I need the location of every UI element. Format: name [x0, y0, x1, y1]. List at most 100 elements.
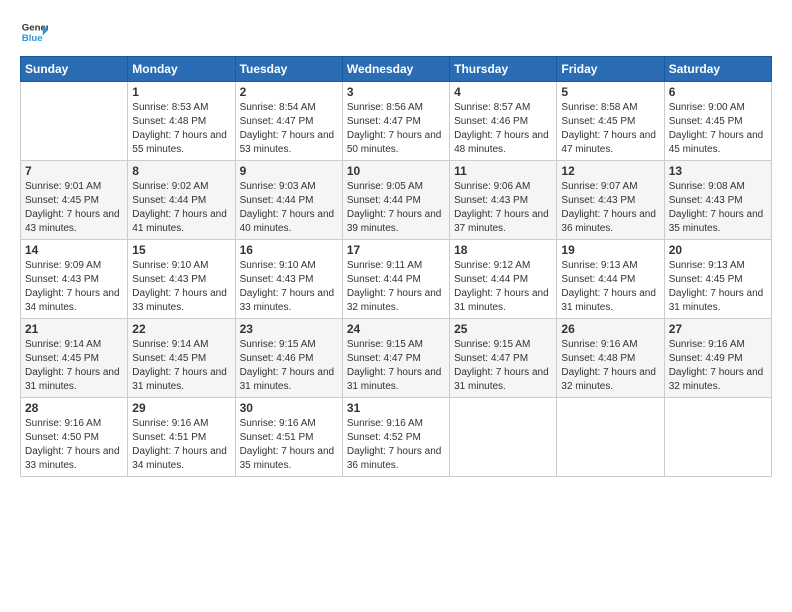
- day-number: 13: [669, 164, 767, 178]
- day-cell: [450, 398, 557, 477]
- day-number: 10: [347, 164, 445, 178]
- day-info: Sunrise: 9:16 AMSunset: 4:48 PMDaylight:…: [561, 338, 659, 394]
- day-info: Sunrise: 9:16 AMSunset: 4:51 PMDaylight:…: [240, 417, 338, 473]
- day-cell: 29 Sunrise: 9:16 AMSunset: 4:51 PMDayligh…: [128, 398, 235, 477]
- day-cell: 18 Sunrise: 9:12 AMSunset: 4:44 PMDayligh…: [450, 240, 557, 319]
- day-cell: 16 Sunrise: 9:10 AMSunset: 4:43 PMDayligh…: [235, 240, 342, 319]
- day-info: Sunrise: 9:10 AMSunset: 4:43 PMDaylight:…: [132, 259, 230, 315]
- day-info: Sunrise: 9:09 AMSunset: 4:43 PMDaylight:…: [25, 259, 123, 315]
- day-number: 22: [132, 322, 230, 336]
- day-cell: 12 Sunrise: 9:07 AMSunset: 4:43 PMDayligh…: [557, 161, 664, 240]
- week-row-1: 1 Sunrise: 8:53 AMSunset: 4:48 PMDaylight…: [21, 82, 772, 161]
- weekday-tuesday: Tuesday: [235, 57, 342, 82]
- day-cell: 5Sunrise: 8:58 AMSunset: 4:45 PMDaylight…: [557, 82, 664, 161]
- day-number: 21: [25, 322, 123, 336]
- day-number: 9: [240, 164, 338, 178]
- week-row-3: 14Sunrise: 9:09 AMSunset: 4:43 PMDayligh…: [21, 240, 772, 319]
- day-info: Sunrise: 8:54 AMSunset: 4:47 PMDaylight:…: [240, 101, 338, 157]
- day-number: 6: [669, 85, 767, 99]
- day-info: Sunrise: 8:56 AMSunset: 4:47 PMDaylight:…: [347, 101, 445, 157]
- day-info: Sunrise: 9:16 AMSunset: 4:52 PMDaylight:…: [347, 417, 445, 473]
- day-number: 4: [454, 85, 552, 99]
- day-info: Sunrise: 9:16 AMSunset: 4:51 PMDaylight:…: [132, 417, 230, 473]
- day-number: 30: [240, 401, 338, 415]
- day-cell: 1 Sunrise: 8:53 AMSunset: 4:48 PMDaylight…: [128, 82, 235, 161]
- day-info: Sunrise: 8:53 AMSunset: 4:48 PMDaylight:…: [132, 101, 230, 157]
- weekday-thursday: Thursday: [450, 57, 557, 82]
- day-number: 28: [25, 401, 123, 415]
- day-info: Sunrise: 9:11 AMSunset: 4:44 PMDaylight:…: [347, 259, 445, 315]
- day-cell: 27 Sunrise: 9:16 AMSunset: 4:49 PMDayligh…: [664, 319, 771, 398]
- day-cell: [664, 398, 771, 477]
- svg-text:Blue: Blue: [22, 33, 43, 44]
- day-info: Sunrise: 9:00 AMSunset: 4:45 PMDaylight:…: [669, 101, 767, 157]
- day-number: 1: [132, 85, 230, 99]
- day-cell: 9 Sunrise: 9:03 AMSunset: 4:44 PMDaylight…: [235, 161, 342, 240]
- day-info: Sunrise: 9:15 AMSunset: 4:46 PMDaylight:…: [240, 338, 338, 394]
- weekday-monday: Monday: [128, 57, 235, 82]
- day-cell: 14Sunrise: 9:09 AMSunset: 4:43 PMDayligh…: [21, 240, 128, 319]
- day-cell: 3 Sunrise: 8:56 AMSunset: 4:47 PMDaylight…: [342, 82, 449, 161]
- day-number: 15: [132, 243, 230, 257]
- day-cell: 26 Sunrise: 9:16 AMSunset: 4:48 PMDayligh…: [557, 319, 664, 398]
- day-cell: 15 Sunrise: 9:10 AMSunset: 4:43 PMDayligh…: [128, 240, 235, 319]
- calendar-page: General Blue SundayMondayTuesdayWednesda…: [0, 0, 792, 612]
- day-cell: 30 Sunrise: 9:16 AMSunset: 4:51 PMDayligh…: [235, 398, 342, 477]
- day-info: Sunrise: 9:07 AMSunset: 4:43 PMDaylight:…: [561, 180, 659, 236]
- day-number: 8: [132, 164, 230, 178]
- day-info: Sunrise: 9:12 AMSunset: 4:44 PMDaylight:…: [454, 259, 552, 315]
- day-info: Sunrise: 8:58 AMSunset: 4:45 PMDaylight:…: [561, 101, 659, 157]
- day-cell: 25 Sunrise: 9:15 AMSunset: 4:47 PMDayligh…: [450, 319, 557, 398]
- day-number: 17: [347, 243, 445, 257]
- day-cell: 20Sunrise: 9:13 AMSunset: 4:45 PMDayligh…: [664, 240, 771, 319]
- week-row-4: 21 Sunrise: 9:14 AMSunset: 4:45 PMDayligh…: [21, 319, 772, 398]
- day-cell: 10Sunrise: 9:05 AMSunset: 4:44 PMDayligh…: [342, 161, 449, 240]
- day-cell: 23 Sunrise: 9:15 AMSunset: 4:46 PMDayligh…: [235, 319, 342, 398]
- day-cell: 24Sunrise: 9:15 AMSunset: 4:47 PMDayligh…: [342, 319, 449, 398]
- day-cell: 4 Sunrise: 8:57 AMSunset: 4:46 PMDaylight…: [450, 82, 557, 161]
- day-info: Sunrise: 9:16 AMSunset: 4:49 PMDaylight:…: [669, 338, 767, 394]
- day-info: Sunrise: 9:15 AMSunset: 4:47 PMDaylight:…: [347, 338, 445, 394]
- day-info: Sunrise: 9:03 AMSunset: 4:44 PMDaylight:…: [240, 180, 338, 236]
- day-cell: [21, 82, 128, 161]
- logo: General Blue: [20, 18, 48, 46]
- weekday-sunday: Sunday: [21, 57, 128, 82]
- weekday-wednesday: Wednesday: [342, 57, 449, 82]
- day-info: Sunrise: 9:02 AMSunset: 4:44 PMDaylight:…: [132, 180, 230, 236]
- day-info: Sunrise: 9:08 AMSunset: 4:43 PMDaylight:…: [669, 180, 767, 236]
- weekday-header-row: SundayMondayTuesdayWednesdayThursdayFrid…: [21, 57, 772, 82]
- day-cell: 11Sunrise: 9:06 AMSunset: 4:43 PMDayligh…: [450, 161, 557, 240]
- day-number: 12: [561, 164, 659, 178]
- logo-icon: General Blue: [20, 18, 48, 46]
- day-cell: 28Sunrise: 9:16 AMSunset: 4:50 PMDayligh…: [21, 398, 128, 477]
- day-info: Sunrise: 8:57 AMSunset: 4:46 PMDaylight:…: [454, 101, 552, 157]
- day-cell: 6 Sunrise: 9:00 AMSunset: 4:45 PMDaylight…: [664, 82, 771, 161]
- day-info: Sunrise: 9:10 AMSunset: 4:43 PMDaylight:…: [240, 259, 338, 315]
- day-cell: 8 Sunrise: 9:02 AMSunset: 4:44 PMDaylight…: [128, 161, 235, 240]
- day-number: 25: [454, 322, 552, 336]
- day-number: 18: [454, 243, 552, 257]
- day-number: 7: [25, 164, 123, 178]
- day-cell: 31 Sunrise: 9:16 AMSunset: 4:52 PMDayligh…: [342, 398, 449, 477]
- day-number: 16: [240, 243, 338, 257]
- day-number: 19: [561, 243, 659, 257]
- day-number: 29: [132, 401, 230, 415]
- day-number: 27: [669, 322, 767, 336]
- weekday-friday: Friday: [557, 57, 664, 82]
- day-number: 23: [240, 322, 338, 336]
- day-info: Sunrise: 9:14 AMSunset: 4:45 PMDaylight:…: [132, 338, 230, 394]
- day-number: 26: [561, 322, 659, 336]
- day-number: 2: [240, 85, 338, 99]
- day-info: Sunrise: 9:14 AMSunset: 4:45 PMDaylight:…: [25, 338, 123, 394]
- day-cell: 19Sunrise: 9:13 AMSunset: 4:44 PMDayligh…: [557, 240, 664, 319]
- day-info: Sunrise: 9:15 AMSunset: 4:47 PMDaylight:…: [454, 338, 552, 394]
- day-cell: 2 Sunrise: 8:54 AMSunset: 4:47 PMDaylight…: [235, 82, 342, 161]
- day-number: 31: [347, 401, 445, 415]
- day-cell: 22 Sunrise: 9:14 AMSunset: 4:45 PMDayligh…: [128, 319, 235, 398]
- day-number: 20: [669, 243, 767, 257]
- week-row-5: 28Sunrise: 9:16 AMSunset: 4:50 PMDayligh…: [21, 398, 772, 477]
- day-number: 3: [347, 85, 445, 99]
- day-cell: 17 Sunrise: 9:11 AMSunset: 4:44 PMDayligh…: [342, 240, 449, 319]
- week-row-2: 7Sunrise: 9:01 AMSunset: 4:45 PMDaylight…: [21, 161, 772, 240]
- day-cell: 13 Sunrise: 9:08 AMSunset: 4:43 PMDayligh…: [664, 161, 771, 240]
